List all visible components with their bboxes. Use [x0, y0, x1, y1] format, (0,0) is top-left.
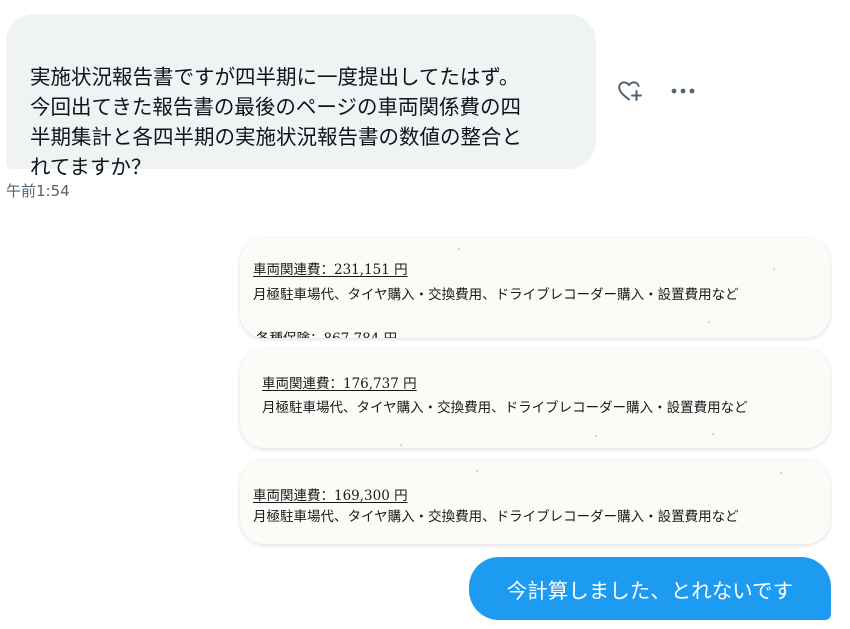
more-horizontal-icon [671, 88, 695, 94]
incoming-message-bubble[interactable]: 実施状況報告書ですが四半期に一度提出してたはず。 今回出てきた報告書の最後のペー… [6, 14, 596, 179]
message-actions [612, 74, 700, 108]
paper-speck [595, 435, 597, 437]
vehicle-cost-detail: 月極駐車場代、タイヤ購入・交換費用、ドライブレコーダー購入・設置費用など [253, 509, 739, 525]
incoming-message-text: 実施状況報告書ですが四半期に一度提出してたはず。 今回出てきた報告書の最後のペー… [30, 65, 522, 179]
attachment-image-3[interactable]: 車両関連費：169,300 円 月極駐車場代、タイヤ購入・交換費用、ドライブレコ… [240, 460, 830, 544]
paper-speck [476, 470, 478, 472]
paper-speck [458, 248, 460, 250]
add-reaction-button[interactable] [612, 74, 646, 108]
heart-plus-icon [618, 81, 642, 101]
vehicle-cost-detail: 月極駐車場代、タイヤ購入・交換費用、ドライブレコーダー購入・設置費用など [253, 287, 739, 303]
insurance-cost-line: 各種保険：867,784 円 [256, 327, 397, 338]
paper-speck [712, 433, 714, 435]
paper-speck [400, 444, 402, 446]
paper-speck [780, 472, 782, 474]
paper-speck [773, 268, 775, 270]
vehicle-cost-heading: 車両関連費：231,151 円 [253, 262, 408, 278]
vehicle-cost-heading: 車両関連費：176,737 円 [262, 376, 417, 392]
outgoing-message-bubble[interactable]: 今計算しました、とれないです [469, 557, 831, 620]
attachment-image-2[interactable]: 車両関連費：176,737 円 月極駐車場代、タイヤ購入・交換費用、ドライブレコ… [240, 349, 830, 448]
outgoing-message-text: 今計算しました、とれないです [506, 578, 794, 603]
vehicle-cost-heading: 車両関連費：169,300 円 [253, 488, 408, 504]
dm-conversation: 実施状況報告書ですが四半期に一度提出してたはず。 今回出てきた報告書の最後のペー… [0, 0, 850, 629]
more-button[interactable] [666, 74, 700, 108]
vehicle-cost-detail: 月極駐車場代、タイヤ購入・交換費用、ドライブレコーダー購入・設置費用など [262, 400, 748, 416]
attachment-image-1[interactable]: 車両関連費：231,151 円 月極駐車場代、タイヤ購入・交換費用、ドライブレコ… [240, 238, 830, 338]
message-timestamp: 午前1:54 [6, 182, 70, 200]
paper-speck [708, 321, 710, 323]
